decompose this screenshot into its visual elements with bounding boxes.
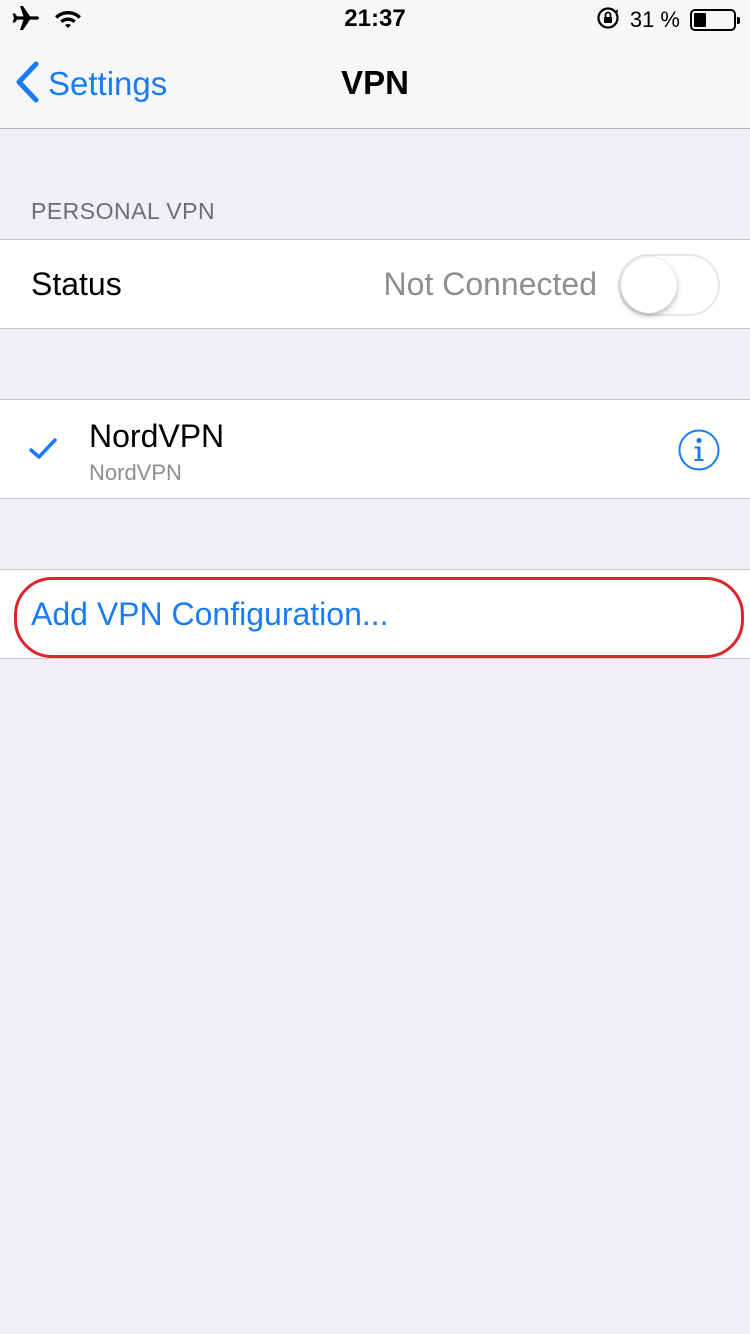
page-title: VPN — [341, 64, 409, 101]
status-row: Status Not Connected — [0, 239, 750, 329]
orientation-lock-icon — [596, 6, 620, 35]
status-label: Status — [31, 266, 122, 302]
vpn-settings-screen: 21:37 31 % Settings VPN PERSONAL VPN Sta… — [0, 0, 750, 1334]
info-icon[interactable] — [678, 429, 720, 471]
status-bar-right: 31 % — [596, 6, 740, 35]
vpn-config-name: NordVPN — [89, 418, 225, 454]
battery-fill — [694, 13, 706, 27]
add-vpn-configuration-button[interactable]: Add VPN Configuration... — [0, 569, 750, 659]
vpn-status-toggle[interactable] — [618, 254, 720, 316]
section-header-personal-vpn: PERSONAL VPN — [31, 198, 216, 224]
toggle-knob — [621, 257, 677, 313]
navigation-bar: Settings VPN — [0, 40, 750, 129]
status-bar: 21:37 31 % — [0, 0, 750, 40]
battery-icon — [690, 9, 740, 31]
battery-nub — [737, 17, 740, 24]
status-value: Not Connected — [383, 266, 597, 302]
vpn-config-type: NordVPN — [89, 460, 182, 485]
battery-percent: 31 % — [629, 7, 680, 32]
checkmark-icon — [28, 436, 58, 462]
vpn-config-row-nordvpn[interactable]: NordVPN NordVPN — [0, 399, 750, 499]
add-vpn-configuration-label: Add VPN Configuration... — [31, 596, 389, 632]
